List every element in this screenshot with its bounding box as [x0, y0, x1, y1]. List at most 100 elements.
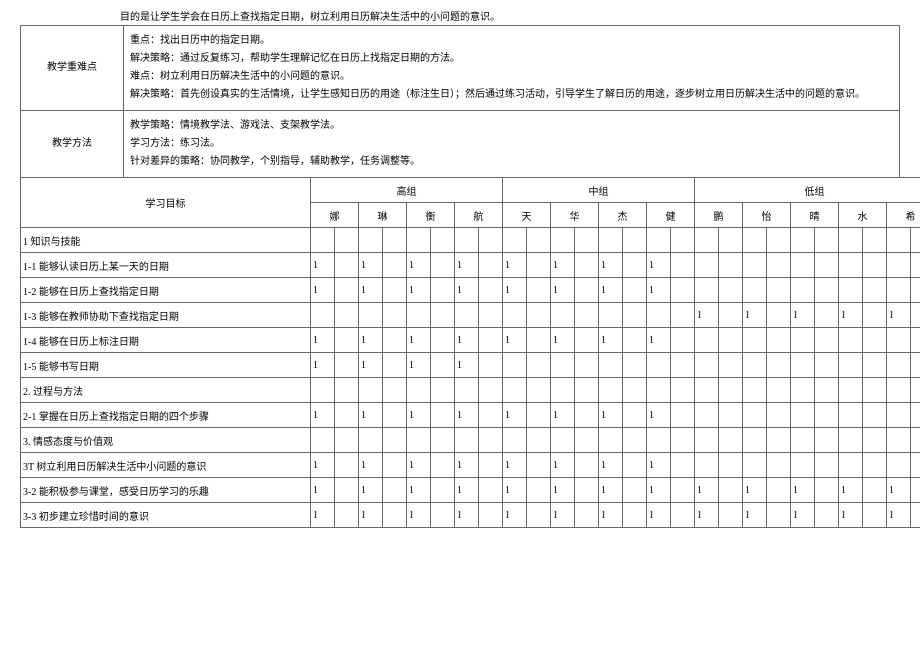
cell: 1: [647, 403, 671, 428]
cell: [527, 353, 551, 378]
cell: [503, 228, 527, 253]
cell: 1: [839, 303, 863, 328]
cell: [623, 328, 647, 353]
kd-line-3: 解决策略：首先创设真实的生活情境，让学生感知日历的用途（标注生日）；然后通过练习…: [130, 86, 893, 104]
cell: 1: [599, 253, 623, 278]
cell: [479, 278, 503, 303]
cell: 1: [647, 503, 671, 528]
cell: [551, 228, 575, 253]
cell: [863, 378, 887, 403]
cell: [431, 453, 455, 478]
table-row: 3. 情感态度与价值观: [21, 428, 920, 453]
cell: [815, 253, 839, 278]
cell: [743, 428, 767, 453]
cell: [767, 378, 791, 403]
cell: [311, 303, 335, 328]
cell: [719, 253, 743, 278]
cell: [311, 378, 335, 403]
row-label: 2-1 掌握在日历上查找指定日期的四个步骤: [21, 403, 311, 428]
cell: [743, 453, 767, 478]
mth-line-2: 针对差异的策略：协同教学，个别指导，辅助教学，任务调整等。: [130, 153, 893, 171]
cell: 1: [503, 403, 527, 428]
cell: [911, 328, 920, 353]
cell: [767, 253, 791, 278]
cell: [623, 253, 647, 278]
stu-m-3: 健: [647, 203, 695, 228]
top-table: 教学重难点 重点：找出日历中的指定日期。 解决策略：通过反复练习，帮助学生理解记…: [20, 25, 900, 178]
cell: [839, 403, 863, 428]
row-label: 1-4 能够在日历上标注日期: [21, 328, 311, 353]
cell: 1: [695, 503, 719, 528]
cell: [335, 253, 359, 278]
cell: 1: [695, 478, 719, 503]
row-label: 1-5 能够书写日期: [21, 353, 311, 378]
cell: [575, 278, 599, 303]
cell: [551, 353, 575, 378]
cell: 1: [407, 503, 431, 528]
cell: 1: [551, 478, 575, 503]
stu-h-3: 航: [455, 203, 503, 228]
cell: [623, 453, 647, 478]
cell: [335, 403, 359, 428]
intro-text: 目的是让学生学会在日历上查找指定日期，树立利用日历解决生活中的小问题的意识。: [120, 8, 900, 23]
cell: 1: [455, 353, 479, 378]
cell: [767, 353, 791, 378]
cell: [407, 228, 431, 253]
row-label: 3T 树立利用日历解决生活中小问题的意识: [21, 453, 311, 478]
cell: [575, 378, 599, 403]
cell: [407, 378, 431, 403]
cell: [383, 403, 407, 428]
cell: [623, 353, 647, 378]
cell: [719, 478, 743, 503]
cell: [767, 478, 791, 503]
cell: [695, 453, 719, 478]
cell: [479, 378, 503, 403]
cell: 1: [407, 278, 431, 303]
cell: [407, 428, 431, 453]
cell: [335, 503, 359, 528]
cell: [671, 253, 695, 278]
cell: [743, 228, 767, 253]
cell: 1: [551, 403, 575, 428]
cell: 1: [791, 303, 815, 328]
objective-header: 学习目标: [21, 178, 311, 228]
cell: 1: [647, 478, 671, 503]
cell: [911, 353, 920, 378]
cell: [479, 503, 503, 528]
cell: [695, 403, 719, 428]
cell: [623, 428, 647, 453]
cell: [623, 378, 647, 403]
cell: [839, 328, 863, 353]
cell: [671, 328, 695, 353]
cell: 1: [311, 503, 335, 528]
cell: 1: [455, 503, 479, 528]
cell: [479, 478, 503, 503]
cell: [647, 428, 671, 453]
cell: [839, 428, 863, 453]
mth-line-1: 学习方法：练习法。: [130, 135, 893, 153]
cell: [767, 453, 791, 478]
cell: [647, 303, 671, 328]
cell: 1: [647, 453, 671, 478]
table-row: 1-1 能够认读日历上某一天的日期11111111: [21, 253, 920, 278]
cell: [383, 228, 407, 253]
cell: [815, 303, 839, 328]
cell: [575, 403, 599, 428]
cell: [767, 503, 791, 528]
cell: [743, 403, 767, 428]
cell: [863, 403, 887, 428]
cell: [359, 303, 383, 328]
cell: [383, 253, 407, 278]
cell: [623, 278, 647, 303]
cell: [455, 303, 479, 328]
cell: [791, 228, 815, 253]
cell: [431, 353, 455, 378]
cell: [863, 428, 887, 453]
cell: [575, 503, 599, 528]
cell: [839, 353, 863, 378]
cell: [527, 378, 551, 403]
row-label: 1-1 能够认读日历上某一天的日期: [21, 253, 311, 278]
stu-l-3: 水: [839, 203, 887, 228]
cell: [527, 403, 551, 428]
cell: [791, 453, 815, 478]
